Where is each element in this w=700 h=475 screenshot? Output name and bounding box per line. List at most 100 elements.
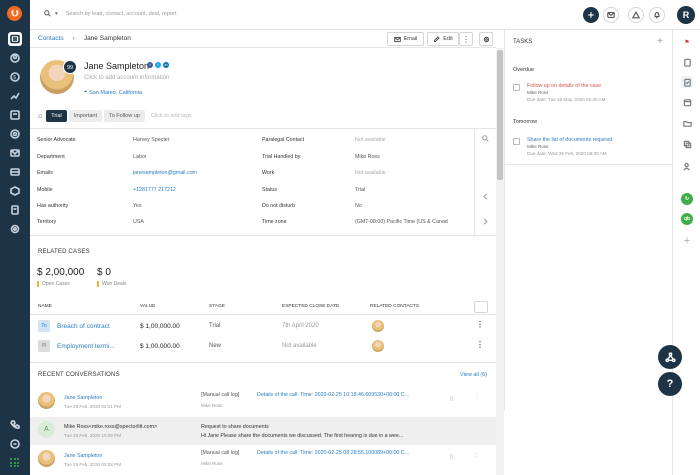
clipboard-icon[interactable]: [681, 56, 693, 68]
email-link[interactable]: janesampleton@gmail.com: [133, 170, 197, 176]
mail-icon[interactable]: [603, 7, 619, 23]
task-title[interactable]: Follow up on details of the case: [527, 83, 601, 89]
sequences-icon[interactable]: [8, 127, 22, 141]
apps-grid-icon[interactable]: [10, 458, 20, 467]
folder-icon[interactable]: [681, 117, 693, 129]
breadcrumb-contacts-link[interactable]: Contacts: [38, 35, 64, 42]
conversation-item[interactable]: A Mike Ross<mike.ross@spectorlitt.com> T…: [30, 417, 496, 445]
reports-icon[interactable]: [8, 89, 22, 103]
field-search-icon[interactable]: [482, 135, 489, 142]
conversation-kebab-icon[interactable]: ⋮: [474, 453, 479, 459]
column-header-value[interactable]: VALUE: [140, 304, 155, 309]
add-tags-link[interactable]: Click to add tags: [151, 113, 192, 119]
case-name-link[interactable]: Breach of contract: [57, 323, 110, 330]
scrollbar-thumb[interactable]: [497, 50, 503, 180]
chat-icon[interactable]: [8, 437, 22, 451]
task-checkbox[interactable]: [513, 138, 520, 145]
related-contact-avatar[interactable]: [372, 340, 384, 352]
refresh-app-icon[interactable]: ↻: [681, 193, 693, 205]
linkedin-icon[interactable]: in: [163, 62, 169, 68]
freshsales-logo-icon[interactable]: ⮋: [7, 6, 22, 21]
quick-add-button[interactable]: [583, 7, 599, 23]
main-scrollbar[interactable]: [496, 48, 504, 475]
settings-icon[interactable]: [8, 222, 22, 236]
conversation-item[interactable]: Jane Sampleton Tue 25 Feb, 2020 03:28 PM…: [30, 446, 496, 474]
more-actions-kebab-icon[interactable]: ⋮: [459, 32, 473, 46]
user-avatar[interactable]: R: [677, 6, 695, 24]
table-row[interactable]: To Breach of contract $ 1,00,000.00 Tria…: [30, 320, 496, 340]
conversation-item[interactable]: Jane Sampleton Tue 25 Feb, 2020 04:21 PM…: [30, 388, 496, 416]
conversation-sender[interactable]: Jane Sampleton: [64, 453, 102, 459]
calendar-icon[interactable]: [681, 96, 693, 108]
inbox-icon[interactable]: [8, 165, 22, 179]
task-title[interactable]: Share the list of documents required: [527, 137, 612, 143]
field-value[interactable]: Not available: [355, 137, 386, 143]
task-checkbox[interactable]: [513, 84, 520, 91]
case-name-link[interactable]: Employment termi...: [57, 343, 115, 350]
conversation-sender[interactable]: Jane Sampleton: [64, 395, 102, 401]
phone-call-icon[interactable]: [8, 418, 22, 432]
field-label: Territory: [37, 219, 57, 225]
settings-gear-icon[interactable]: [479, 32, 493, 46]
view-all-link[interactable]: View all (6): [460, 372, 487, 378]
field-value[interactable]: No: [355, 203, 362, 209]
alert-icon[interactable]: [628, 7, 644, 23]
field-value[interactable]: USA: [133, 219, 144, 225]
task-list-icon[interactable]: [681, 76, 693, 88]
add-task-icon[interactable]: +: [657, 36, 663, 47]
twitter-icon[interactable]: t: [155, 62, 161, 68]
conversation-subject[interactable]: Details of the call: Time: 2020-02-25 08…: [257, 450, 409, 456]
flag-icon[interactable]: ⚑: [681, 36, 693, 48]
table-row[interactable]: PI Employment termi... $ 1,00,000.00 New…: [30, 340, 496, 360]
deals-icon[interactable]: $: [8, 70, 22, 84]
field-value[interactable]: Not available: [355, 170, 386, 176]
row-kebab-icon[interactable]: ⋮: [476, 340, 484, 349]
documents-icon[interactable]: [8, 203, 22, 217]
email-button[interactable]: Email: [387, 32, 424, 46]
field-value[interactable]: (GMT-08:00) Pacific Time (US & Canad: [355, 219, 448, 225]
conversation-subject[interactable]: Details of the call: Time: 2020-02-25 10…: [257, 392, 409, 398]
account-placeholder[interactable]: Click to add account information: [84, 75, 169, 81]
facebook-icon[interactable]: f: [147, 62, 153, 68]
column-header-name[interactable]: NAME: [38, 304, 52, 309]
add-app-icon[interactable]: +: [681, 235, 693, 247]
field-value[interactable]: Harvey Specter: [133, 137, 170, 143]
people-icon[interactable]: [681, 160, 693, 172]
tag-to-follow-up[interactable]: To Follow up: [103, 110, 145, 122]
contact-location[interactable]: ⌖ San Mateo, California: [84, 89, 142, 96]
mobile-link[interactable]: +1281777 217212: [133, 187, 176, 193]
search-scope-chevron-icon[interactable]: ▾: [55, 11, 58, 17]
phone-icon[interactable]: [8, 108, 22, 122]
column-header-close-date[interactable]: EXPECTED CLOSE DATE: [282, 304, 339, 309]
chevron-left-icon[interactable]: [482, 193, 489, 200]
field-value[interactable]: Labor: [133, 154, 147, 160]
edit-button[interactable]: Edit: [427, 32, 459, 46]
row-kebab-icon[interactable]: ⋮: [476, 320, 484, 329]
table-layout-icon[interactable]: [474, 301, 488, 313]
conversation-sender[interactable]: Mike Ross<mike.ross@spectorlitt.com>: [64, 424, 157, 430]
copy-icon[interactable]: [681, 138, 693, 150]
conversation-subject[interactable]: Hi Jane Please share the documents we di…: [201, 433, 403, 439]
quickbooks-icon[interactable]: qb: [681, 213, 693, 225]
field-value[interactable]: Trial: [355, 187, 365, 193]
case-close-date: Not available: [282, 343, 317, 349]
conversation-kebab-icon[interactable]: ⋮: [474, 395, 479, 401]
contacts-icon[interactable]: [8, 32, 22, 46]
field-value[interactable]: Mike Ross: [355, 154, 380, 160]
global-search[interactable]: ▾ Search by lead, contact, account, deal…: [44, 10, 176, 17]
field-value[interactable]: Yes: [133, 203, 142, 209]
column-header-stage[interactable]: STAGE: [209, 304, 225, 309]
conversation-kind: [Manual call log]: [201, 450, 240, 456]
products-icon[interactable]: [8, 184, 22, 198]
search-input[interactable]: Search by lead, contact, account, deal, …: [66, 11, 177, 17]
help-icon[interactable]: ?: [658, 372, 682, 396]
tag-trial[interactable]: Trial: [46, 110, 67, 122]
bell-icon[interactable]: [649, 7, 665, 23]
chevron-right-icon[interactable]: [482, 218, 489, 225]
related-contact-avatar[interactable]: [372, 320, 384, 332]
accounts-icon[interactable]: [8, 51, 22, 65]
conversation-avatar: A: [38, 421, 55, 438]
tag-important[interactable]: Important: [68, 110, 102, 122]
campaigns-icon[interactable]: [8, 146, 22, 160]
share-node-icon[interactable]: [658, 345, 682, 369]
